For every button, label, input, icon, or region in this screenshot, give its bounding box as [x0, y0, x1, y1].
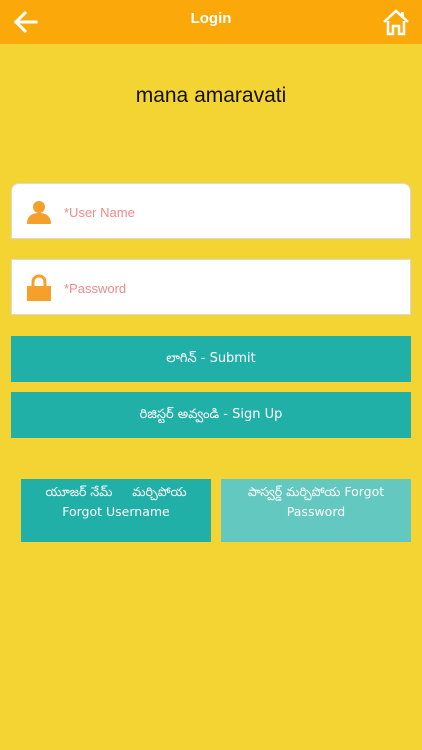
password-field: [11, 259, 411, 315]
submit-button[interactable]: లాగిన్ - Submit: [11, 336, 411, 382]
forgot-username-telugu-label: యూజర్ నేమ్ మర్చిపోయ: [45, 484, 187, 499]
home-button[interactable]: [382, 8, 410, 36]
password-input[interactable]: [62, 272, 400, 304]
forgot-password-label: Password: [286, 504, 346, 519]
forgot-username-button[interactable]: యూజర్ నేమ్ మర్చిపోయ Forgot Username: [21, 479, 211, 542]
user-icon: [26, 198, 52, 226]
username-field: [11, 183, 411, 239]
sign-up-button[interactable]: రిజిస్టర్ అవ్వండి - Sign Up: [11, 392, 411, 438]
username-input[interactable]: [62, 196, 400, 228]
top-app-bar: Login: [0, 0, 422, 44]
forgot-password-telugu-label: పాస్వర్డ్ మర్చిపోయ Forgot: [247, 484, 385, 499]
forgot-password-button[interactable]: పాస్వర్డ్ మర్చిపోయ Forgot Password: [221, 479, 411, 542]
app-name: mana amaravati: [135, 84, 287, 107]
forgot-username-label: Forgot Username: [62, 504, 170, 519]
lock-icon: [26, 274, 52, 302]
home-icon: [383, 9, 409, 36]
page-title: Login: [190, 10, 232, 27]
